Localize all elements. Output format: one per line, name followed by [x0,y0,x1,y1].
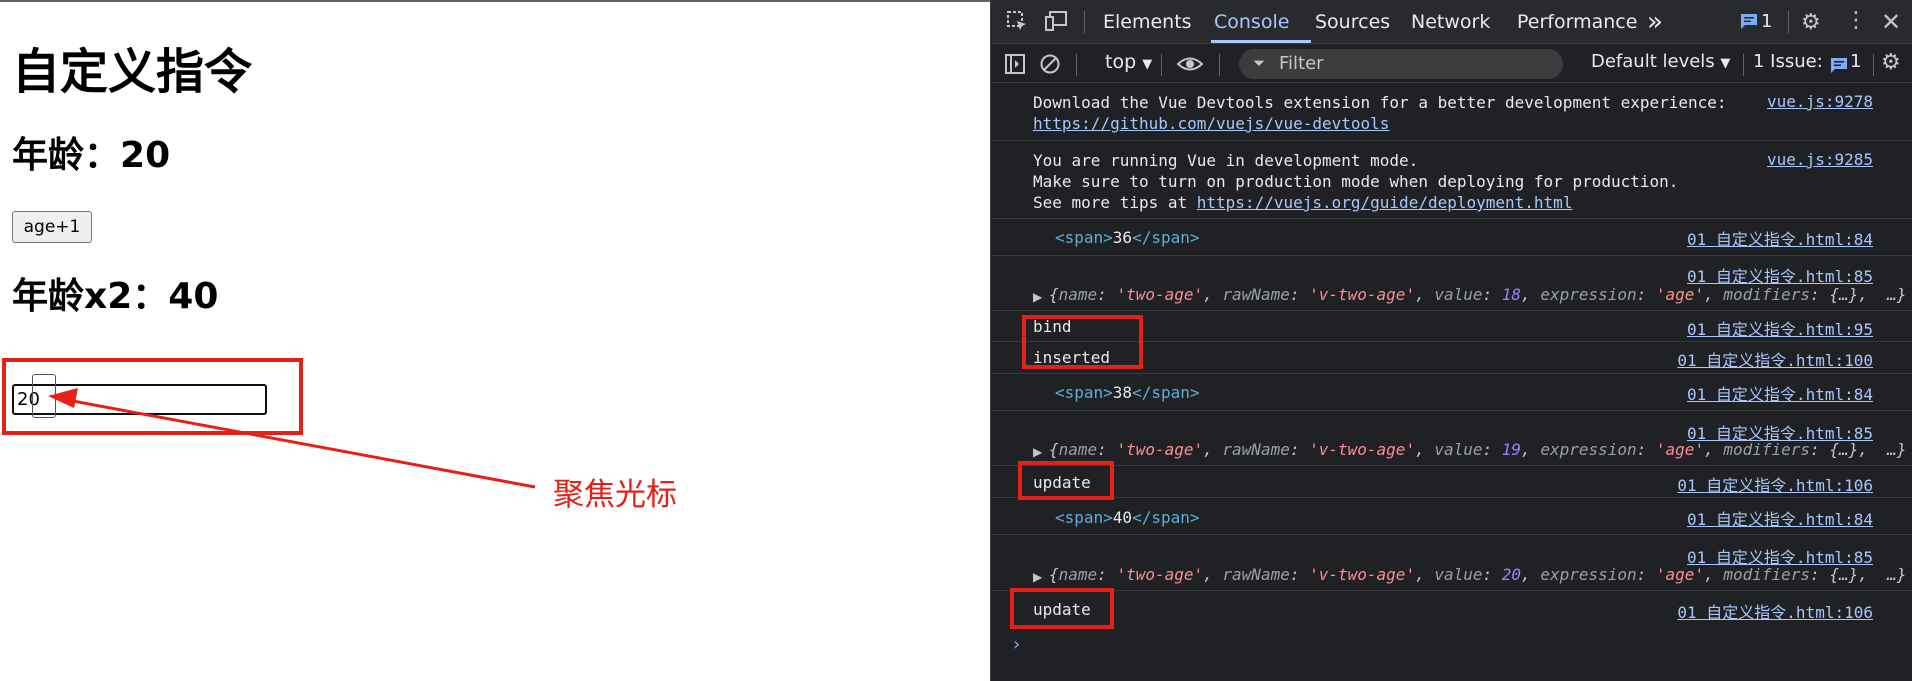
bind-inserted-highlight-box [1022,315,1143,369]
source-link[interactable]: 01 自定义指令.html:100 [1677,347,1873,371]
expand-triangle-icon[interactable]: ▶ [1033,445,1042,459]
update-highlight-box [1010,588,1114,629]
message-text: You are running Vue in development mode. [1033,151,1419,170]
console-message: <span>38</span> 01 自定义指令.html:84 [991,374,1912,411]
vue-app-page: 自定义指令 年龄：20 age+1 年龄x2：40 聚焦光标 [0,0,990,681]
message-text: Download the Vue Devtools extension for … [1033,93,1727,112]
console-message: 01 自定义指令.html:85 ▶ {name: 'two-age', raw… [991,256,1912,311]
annotation-label: 聚焦光标 [553,477,677,513]
devtools-panel: Elements Console Sources Network Perform… [990,0,1912,681]
binding-object-log[interactable]: {name: 'two-age', rawName: 'v-two-age', … [1049,565,1906,584]
log-levels-dropdown[interactable]: Default levels ▼ [1591,51,1730,72]
issues-summary-label: 1 Issue: [1753,51,1823,72]
console-prompt-chevron-icon[interactable]: › [1011,634,1022,655]
issues-summary[interactable]: 1 Issue: [1753,51,1823,72]
binding-object-log[interactable]: {name: 'two-age', rawName: 'v-two-age', … [1049,440,1906,459]
source-link[interactable]: 01 自定义指令.html:85 [1687,263,1873,287]
more-options-icon[interactable]: ⋮ [1845,8,1867,33]
message-link[interactable]: https://github.com/vuejs/vue-devtools [1033,113,1389,134]
tab-sources[interactable]: Sources [1315,0,1390,44]
source-link[interactable]: 01 自定义指令.html:106 [1677,599,1873,623]
expand-triangle-icon[interactable]: ▶ [1033,290,1042,304]
tab-console[interactable]: Console [1214,0,1289,44]
source-link[interactable]: 01 自定义指令.html:95 [1687,316,1873,340]
console-message: You are running Vue in development mode.… [991,141,1912,219]
filter-placeholder: Filter [1279,53,1324,74]
message-link[interactable]: https://vuejs.org/guide/deployment.html [1197,193,1573,212]
console-toolbar: top ▼ ⏷ Filter Default levels ▼ 1 Issue:… [991,45,1912,83]
source-link[interactable]: vue.js:9278 [1767,92,1873,111]
context-selector[interactable]: top ▼ [1105,51,1152,73]
chevron-down-icon: ▼ [1142,57,1153,72]
console-message: update 01 自定义指令.html:106 [991,591,1912,625]
device-toolbar-icon[interactable] [1044,9,1070,37]
console-settings-gear-icon[interactable]: ⚙ [1881,50,1901,75]
clear-console-icon[interactable] [1039,53,1061,79]
console-messages: Download the Vue Devtools extension for … [991,84,1912,681]
log-levels-value: Default levels [1591,51,1715,72]
active-tab-indicator [1211,40,1311,43]
span-value: 40 [1112,508,1133,527]
tab-performance[interactable]: Performance [1517,0,1637,44]
message-text: Make sure to turn on production mode whe… [1033,172,1679,191]
inspect-element-icon[interactable] [1005,9,1029,37]
issues-message-icon[interactable] [1739,12,1759,34]
more-tabs-icon[interactable]: » [1647,0,1663,44]
message-text: See more tips at https://vuejs.org/guide… [1033,192,1572,213]
live-expression-eye-icon[interactable] [1176,53,1204,79]
binding-object-log[interactable]: {name: 'two-age', rawName: 'v-two-age', … [1049,285,1906,304]
span-element-log[interactable]: <span>40</span> [1055,507,1200,528]
settings-gear-icon[interactable]: ⚙ [1801,10,1821,35]
message-text-prefix: See more tips at [1033,193,1197,212]
console-message: 01 自定义指令.html:85 ▶ {name: 'two-age', raw… [991,411,1912,466]
issues-summary-icon[interactable] [1829,56,1849,78]
source-link[interactable]: 01 自定义指令.html:84 [1687,226,1873,250]
annotation-arrow-icon [48,388,536,489]
devtools-tab-bar: Elements Console Sources Network Perform… [991,0,1912,44]
update-highlight-box [1018,461,1114,500]
sidebar-toggle-icon[interactable] [1004,53,1026,79]
issues-summary-count: 1 [1850,51,1862,72]
span-element-log[interactable]: <span>36</span> [1055,227,1200,248]
console-message: Download the Vue Devtools extension for … [991,84,1912,141]
span-element-log[interactable]: <span>38</span> [1055,382,1200,403]
source-link[interactable]: vue.js:9285 [1767,150,1873,169]
chevron-down-icon: ▼ [1720,56,1731,71]
tab-network[interactable]: Network [1411,0,1490,44]
span-value: 38 [1112,383,1133,402]
source-link[interactable]: 01 自定义指令.html:84 [1687,381,1873,405]
console-message: update 01 自定义指令.html:106 [991,466,1912,498]
context-value: top [1105,51,1137,73]
source-link[interactable]: 01 自定义指令.html:84 [1687,506,1873,530]
expand-triangle-icon[interactable]: ▶ [1033,570,1042,584]
span-value: 36 [1112,228,1133,247]
issues-badge-count[interactable]: 1 [1761,0,1772,44]
filter-input[interactable]: ⏷ Filter [1239,49,1563,79]
source-link[interactable]: 01 自定义指令.html:106 [1677,472,1873,496]
console-message: 01 自定义指令.html:85 ▶ {name: 'two-age', raw… [991,535,1912,591]
close-icon[interactable]: ✕ [1881,8,1901,36]
tab-elements[interactable]: Elements [1103,0,1192,44]
console-message: <span>36</span> 01 自定义指令.html:84 [991,219,1912,256]
filter-funnel-icon: ⏷ [1253,54,1266,72]
console-message: <span>40</span> 01 自定义指令.html:84 [991,498,1912,535]
